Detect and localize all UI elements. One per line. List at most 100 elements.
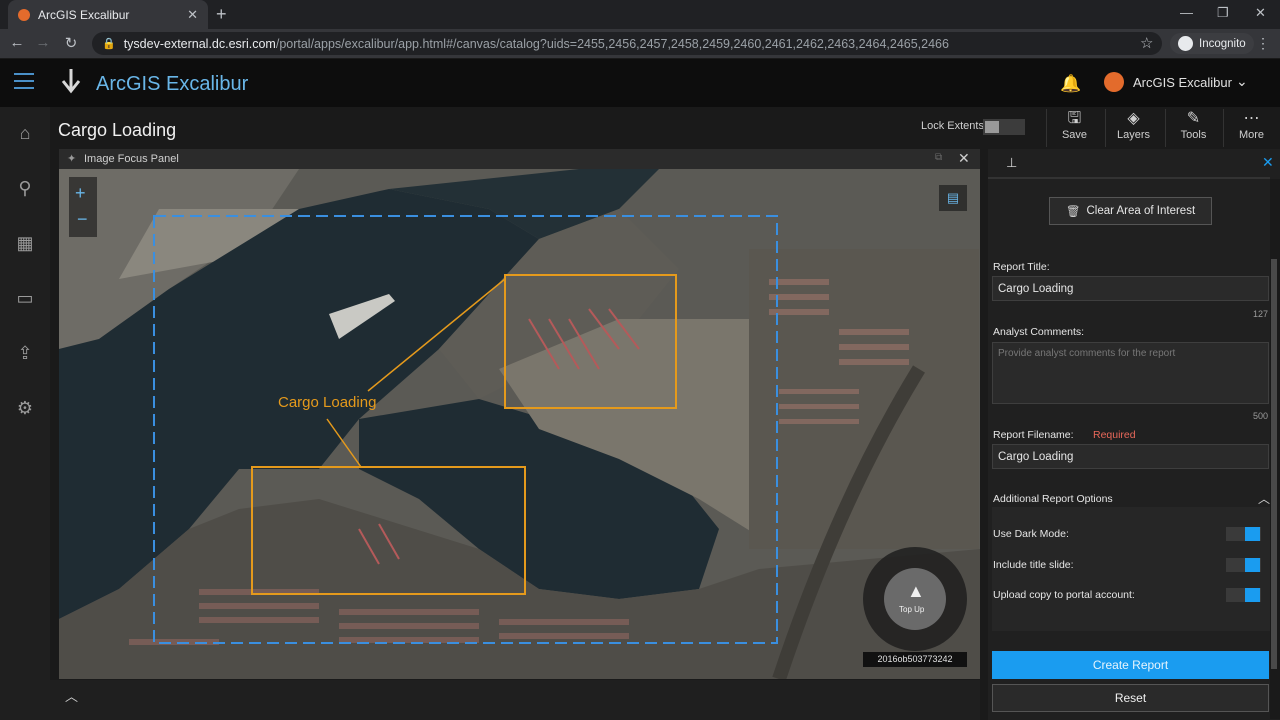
save-button[interactable]: 🖫 Save (1046, 109, 1102, 147)
app-header: ArcGIS Excalibur 🔔 ArcGIS Excalibur ⌄ (0, 59, 1280, 107)
page-title: Cargo Loading (58, 120, 177, 140)
title-slide-label: Include title slide: (993, 559, 1074, 571)
report-filename-label: Report Filename: (993, 429, 1074, 441)
upload-copy-toggle[interactable] (1226, 588, 1261, 602)
favicon-icon (18, 8, 30, 21)
zoom-in-icon[interactable]: + (75, 183, 86, 204)
notifications-bell-icon[interactable]: 🔔 (1060, 74, 1081, 94)
tools-button[interactable]: ✎ Tools (1165, 109, 1221, 147)
dark-mode-label: Use Dark Mode: (993, 528, 1069, 540)
compass-widget[interactable]: ▲ Top Up (863, 547, 967, 651)
close-panel-icon[interactable]: ✕ (958, 150, 970, 167)
app-title: ArcGIS Excalibur (96, 73, 249, 95)
folder-icon[interactable]: ▭ (13, 286, 37, 310)
chevron-down-icon[interactable]: ⌄ (1236, 73, 1248, 90)
document-icon[interactable]: ▤ (939, 185, 967, 211)
scrollbar-thumb[interactable] (1271, 259, 1277, 669)
browser-tab-bar: ArcGIS Excalibur ✕ + — ❐ ✕ (0, 0, 1280, 29)
report-filename-value: Cargo Loading (998, 450, 1074, 463)
settings-gear-icon[interactable]: ⚙ (13, 396, 37, 420)
report-title-label: Report Title: (993, 261, 1050, 273)
upload-copy-label: Upload copy to portal account: (993, 589, 1135, 601)
zoom-controls: + − (69, 177, 97, 237)
annotation-label: Cargo Loading (278, 394, 377, 411)
zoom-out-icon[interactable]: − (77, 209, 88, 230)
close-window-icon[interactable]: ✕ (1255, 5, 1266, 21)
maximize-icon[interactable]: ❐ (1217, 5, 1229, 21)
trash-icon: 🗑 (1065, 206, 1081, 218)
more-icon: ⋯ (1243, 110, 1260, 127)
catalog-icon[interactable]: ▦ (13, 231, 37, 255)
panel-title: Image Focus Panel (84, 153, 179, 165)
layers-icon: ◈ (1127, 110, 1140, 127)
lock-extents-label: Lock Extents (921, 120, 984, 132)
additional-options-header[interactable]: Additional Report Options (993, 493, 1113, 505)
report-filename-input[interactable]: Cargo Loading (992, 444, 1269, 469)
clear-aoi-button[interactable]: 🗑 Clear Area of Interest (1049, 197, 1212, 225)
bottom-collapse-bar: ︿ (50, 680, 980, 720)
comments-placeholder: Provide analyst comments for the report (998, 348, 1176, 359)
chevron-up-icon[interactable]: ︿ (1258, 490, 1270, 507)
satellite-icon: ✦ (67, 153, 77, 165)
url-field[interactable]: 🔒 tysdev-external.dc.esri.com /portal/ap… (92, 32, 1162, 55)
minimize-icon[interactable]: — (1180, 5, 1193, 20)
more-label: More (1238, 129, 1265, 141)
layers-label: Layers (1116, 129, 1151, 141)
save-icon: 🖫 (1067, 110, 1082, 127)
title-row: Cargo Loading Lock Extents 🖫 Save ◈ Laye… (50, 107, 1280, 149)
tab-title: ArcGIS Excalibur (38, 7, 130, 22)
save-label: Save (1061, 129, 1088, 141)
north-arrow-icon: ▲ (907, 581, 925, 601)
image-id-label: 2016ob503773242 (863, 652, 967, 667)
close-report-panel-icon[interactable]: ✕ (1262, 154, 1274, 171)
reset-label: Reset (1114, 691, 1147, 705)
popout-icon[interactable]: ⧉ (935, 152, 942, 163)
url-path: /portal/apps/excalibur/app.html#/canvas/… (275, 36, 949, 51)
incognito-badge[interactable]: Incognito (1170, 33, 1254, 54)
layers-button[interactable]: ◈ Layers (1105, 109, 1161, 147)
reset-button[interactable]: Reset (992, 684, 1269, 712)
home-icon[interactable]: ⌂ (13, 121, 37, 145)
browser-tab[interactable]: ArcGIS Excalibur ✕ (8, 0, 208, 29)
tools-icon: ✎ (1186, 110, 1201, 127)
required-indicator: Required (1093, 429, 1136, 441)
image-focus-panel: ✦ Image Focus Panel ⧉ ✕ Cargo Loading + … (59, 149, 980, 679)
lock-extents-toggle[interactable] (983, 119, 1025, 135)
close-tab-icon[interactable]: ✕ (187, 7, 198, 23)
incognito-icon (1178, 36, 1193, 51)
clear-aoi-label: Clear Area of Interest (1086, 205, 1196, 217)
report-title-input[interactable]: Cargo Loading (992, 276, 1269, 301)
lock-icon: 🔒 (102, 38, 116, 50)
imagery-map[interactable]: Cargo Loading + − ▤ ▲ Top Up 2016ob50377… (59, 169, 980, 679)
browser-menu-icon[interactable]: ⋮ (1256, 35, 1270, 52)
excalibur-logo-icon (61, 69, 81, 94)
pin-icon[interactable]: ⊥ (1006, 155, 1017, 171)
forward-icon[interactable]: → (30, 34, 56, 51)
hamburger-menu-icon[interactable] (14, 73, 34, 94)
upload-icon[interactable]: ⇪ (13, 341, 37, 365)
incognito-label: Incognito (1199, 37, 1246, 50)
chevron-up-icon[interactable]: ︿ (65, 686, 78, 705)
reload-icon[interactable]: ↻ (58, 34, 84, 52)
dark-mode-toggle[interactable] (1226, 527, 1261, 541)
bookmark-star-icon[interactable]: ☆ (1140, 34, 1153, 52)
analyst-comments-textarea[interactable]: Provide analyst comments for the report (992, 342, 1269, 404)
more-button[interactable]: ⋯ More (1223, 109, 1279, 147)
report-panel: ⊥ ✕ 🗑 Clear Area of Interest Report Titl… (988, 149, 1280, 720)
url-host: tysdev-external.dc.esri.com (123, 36, 276, 51)
title-char-count: 127 (1252, 309, 1268, 319)
search-icon[interactable]: ⚲ (13, 176, 37, 200)
report-title-value: Cargo Loading (998, 282, 1074, 295)
tools-label: Tools (1180, 129, 1207, 141)
compass-label: Top Up (899, 605, 925, 614)
title-slide-toggle[interactable] (1226, 558, 1261, 572)
panel-header: ✦ Image Focus Panel ⧉ ✕ (59, 149, 980, 169)
new-tab-icon[interactable]: + (216, 4, 227, 25)
analyst-comments-label: Analyst Comments: (993, 326, 1085, 338)
create-report-label: Create Report (1092, 658, 1169, 672)
back-icon[interactable]: ← (4, 34, 30, 51)
user-name[interactable]: ArcGIS Excalibur (1133, 75, 1232, 90)
create-report-button[interactable]: Create Report (992, 651, 1269, 679)
comments-char-count: 500 (1252, 411, 1268, 421)
user-avatar-icon[interactable] (1104, 72, 1124, 92)
